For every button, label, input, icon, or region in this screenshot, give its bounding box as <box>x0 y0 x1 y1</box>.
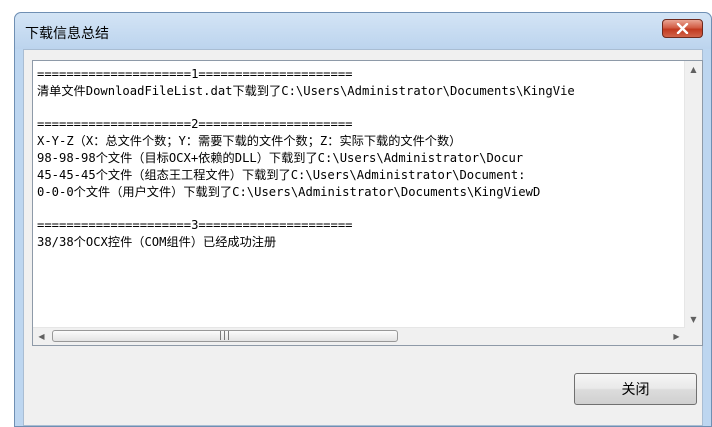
horizontal-scrollbar[interactable]: ◀ ||| ▶ <box>33 327 685 345</box>
download-summary-dialog: 下载信息总结 =====================1===========… <box>14 12 712 427</box>
log-line: =====================3==================… <box>37 218 353 233</box>
log-line: 0-0-0个文件（用户文件）下载到了C:\Users\Administrator… <box>37 184 541 199</box>
log-line: 清单文件DownloadFileList.dat下载到了C:\Users\Adm… <box>37 83 575 98</box>
log-line: 98-98-98个文件（目标OCX+依赖的DLL）下载到了C:\Users\Ad… <box>37 150 524 165</box>
scroll-up-arrow-icon[interactable]: ▲ <box>685 61 702 78</box>
scroll-right-arrow-icon[interactable]: ▶ <box>668 328 685 345</box>
vertical-scrollbar[interactable]: ▲ ▼ <box>684 61 702 328</box>
window-close-button[interactable] <box>662 19 703 38</box>
close-x-icon <box>676 23 689 34</box>
window-title: 下载信息总结 <box>25 26 109 42</box>
scrollbar-grip-icon: ||| <box>218 330 232 341</box>
title-bar[interactable]: 下载信息总结 <box>15 13 711 49</box>
log-line: =====================1==================… <box>37 67 353 81</box>
summary-textarea[interactable]: =====================1==================… <box>32 60 703 346</box>
log-line: =====================2==================… <box>37 117 353 132</box>
dialog-body: =====================1==================… <box>23 49 703 426</box>
log-line: X-Y-Z（X：总文件个数；Y：需要下载的文件个数；Z：实际下载的文件个数） <box>37 134 462 149</box>
log-line: 45-45-45个文件（组态王工程文件）下载到了C:\Users\Adminis… <box>37 167 526 182</box>
scrollbar-corner <box>685 328 702 345</box>
scroll-down-arrow-icon[interactable]: ▼ <box>685 311 702 328</box>
horizontal-scroll-thumb[interactable]: ||| <box>52 330 398 342</box>
close-button[interactable]: 关闭 <box>574 373 697 405</box>
summary-text: =====================1==================… <box>37 66 682 324</box>
scroll-left-arrow-icon[interactable]: ◀ <box>33 328 50 345</box>
log-line: 38/38个OCX控件（COM组件）已经成功注册 <box>37 234 277 249</box>
